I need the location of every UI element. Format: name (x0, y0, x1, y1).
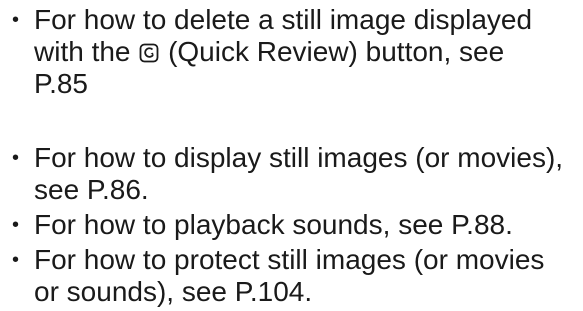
list-item-text: For how to display still images (or movi… (34, 142, 579, 206)
text-line: For how to protect still images (or movi… (34, 244, 545, 275)
text-fragment: (Quick Review) button, see (168, 36, 505, 67)
list-item-text: For how to protect still images (or movi… (34, 244, 579, 308)
text-line: For how to display still images (or movi… (34, 142, 564, 173)
text-line: For how to delete a still image displaye… (34, 4, 533, 35)
text-line: with the (Quick Review) button, see (34, 36, 579, 68)
page-reference: P.85 (34, 68, 88, 99)
quick-review-icon (139, 43, 159, 63)
bullet-marker: • (12, 249, 20, 271)
bullet-marker: • (12, 9, 20, 31)
text-line: or sounds), see P.104. (34, 276, 313, 307)
text-line: see P.86. (34, 174, 149, 205)
bullet-marker: • (12, 147, 20, 169)
text-fragment: with the (34, 36, 131, 67)
list-item-text: For how to playback sounds, see P.88. (34, 209, 579, 241)
bullet-marker: • (12, 214, 20, 236)
text-line: For how to playback sounds, see P.88. (34, 209, 513, 240)
list-item-text: For how to delete a still image displaye… (34, 4, 579, 100)
